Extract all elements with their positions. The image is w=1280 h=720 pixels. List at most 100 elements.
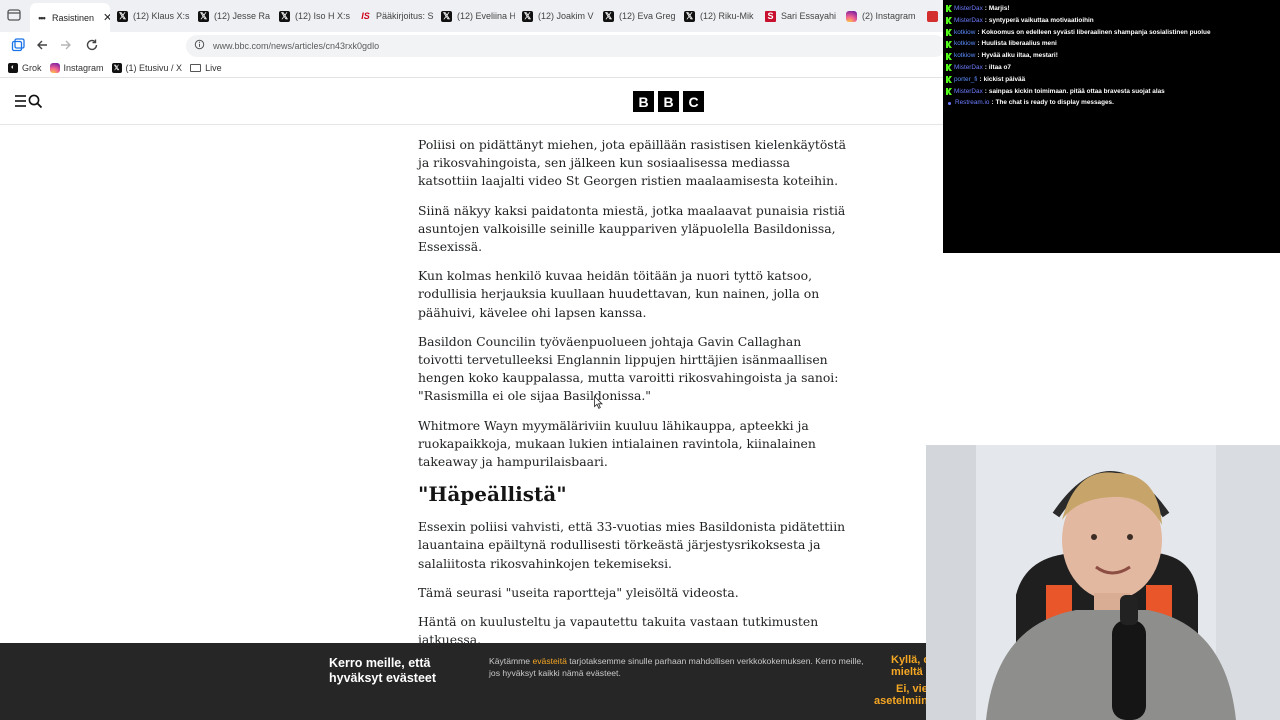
browser-tab[interactable]: 𝕏 (12) Riku-Mik <box>678 4 758 28</box>
url-text: www.bbc.com/news/articles/cn43rxk0gdlo <box>213 41 380 51</box>
bbc-logo-letter: C <box>683 91 704 112</box>
x-icon: 𝕏 <box>441 10 452 22</box>
browser-tab[interactable]: (2) Instagram <box>840 4 920 28</box>
chat-username: MisterDax <box>954 16 983 24</box>
article-subheading: "Häpeällistä" <box>418 482 567 507</box>
chat-text: Marjis! <box>988 5 1010 12</box>
forward-icon[interactable] <box>58 37 74 53</box>
browser-tab[interactable]: IS Pääkirjoitus: S <box>354 4 434 28</box>
chat-separator: : <box>984 5 987 12</box>
instagram-icon <box>846 10 857 22</box>
x-icon: 𝕏 <box>279 10 290 22</box>
chat-separator: : <box>991 99 994 107</box>
chat-username: kotkiow <box>954 28 976 36</box>
chat-text: iltaa o7 <box>988 63 1011 71</box>
browser-tab[interactable] <box>921 4 941 28</box>
browser-tab[interactable]: 𝕏 (12) Eva Greg <box>597 4 677 28</box>
article-paragraph: Whitmore Wayn myymäläriviin kuuluu lähik… <box>418 417 816 470</box>
article-body: Poliisi on pidättänyt miehen, jota epäil… <box>418 136 848 660</box>
article-paragraph: Siinä näkyy kaksi paidatonta miestä, jot… <box>418 202 846 255</box>
chat-text: Huulista liberaalius meni <box>981 40 1057 48</box>
chat-username: MisterDax <box>954 63 983 71</box>
chat-separator: : <box>984 63 987 71</box>
article-paragraph: Poliisi on pidättänyt miehen, jota epäil… <box>418 137 847 189</box>
chat-username: kotkiow <box>954 40 976 48</box>
kick-badge-icon <box>946 76 952 84</box>
bookmark-label: Live <box>205 62 222 73</box>
bookmark-item[interactable]: Instagram <box>49 62 104 73</box>
chat-username: MisterDax <box>954 5 983 12</box>
article-paragraph: Kun kolmas henkilö kuvaa heidän töitään … <box>418 268 820 320</box>
kick-badge-icon <box>946 5 952 13</box>
cookie-link[interactable]: evästeitä <box>532 656 566 666</box>
article-paragraph: Basildon Councilin työväenpuolueen johta… <box>418 333 839 404</box>
dots-icon: ••• <box>38 12 45 23</box>
chat-message: MisterDax: syntyperä vaikuttaa motivaatio… <box>946 15 1280 27</box>
chat-username: Restream.io <box>955 99 990 107</box>
cookie-settings-button[interactable]: Ei, vie asetelmiin <box>874 683 928 707</box>
chat-message: MisterDax: Marjis! <box>946 3 1280 15</box>
chat-message: MisterDax: sainpas kickin toimimaan. pitä… <box>946 86 1280 98</box>
grok-icon: ◐ <box>8 62 18 73</box>
back-icon[interactable] <box>34 37 50 53</box>
address-bar[interactable]: www.bbc.com/news/articles/cn43rxk0gdlo <box>186 35 946 57</box>
browser-tab[interactable]: 𝕏 (12) Klaus X:s <box>111 4 191 28</box>
chat-username: MisterDax <box>954 87 983 95</box>
bookmark-label: Instagram <box>63 62 104 73</box>
accept-line: Kyllä, o <box>891 654 931 666</box>
close-tab-icon[interactable]: ✕ <box>103 11 110 24</box>
tab-title: (12) Klaus X:s <box>133 11 190 21</box>
chat-text: Hyvää alku iltaa, mestari! <box>981 52 1058 60</box>
chat-text: syntyperä vaikuttaa motivaatioihin <box>988 16 1094 24</box>
bookmark-item[interactable]: ◐ Grok <box>8 62 42 73</box>
browser-tab[interactable]: ••• Rasistinen ✕ <box>30 3 110 32</box>
reload-icon[interactable] <box>84 37 100 53</box>
bookmark-item[interactable]: Live <box>190 63 222 73</box>
site-info-icon[interactable] <box>194 37 205 55</box>
chat-username: kotkiow <box>954 52 976 60</box>
bookmark-item[interactable]: 𝕏 (1) Etusivu / X <box>111 62 183 73</box>
tab-title: (12) Jesse Ra <box>214 11 271 21</box>
chat-separator: : <box>979 75 982 83</box>
mouse-cursor-icon <box>594 396 603 409</box>
chat-separator: : <box>984 16 987 24</box>
browser-tab[interactable]: 𝕏 (12) Joakim V <box>516 4 596 28</box>
browser-tab[interactable]: 𝕏 (12) Iso H X:s <box>273 4 353 28</box>
chat-separator: : <box>977 28 980 36</box>
tab-title: (12) Eva Greg <box>619 11 676 21</box>
chat-text: The chat is ready to display messages. <box>995 99 1114 107</box>
sari-icon: S <box>765 10 776 22</box>
is-icon: IS <box>361 11 370 21</box>
tab-title: (12) Riku-Mik <box>700 11 754 21</box>
tab-actions-icon[interactable] <box>6 7 22 23</box>
x-icon: 𝕏 <box>684 10 695 22</box>
chat-separator: : <box>984 87 987 95</box>
chat-text: Kokoomus on edelleen syvästi liberaaline… <box>981 28 1211 36</box>
bookmark-label: Grok <box>22 62 42 73</box>
tab-title: Sari Essayahi <box>781 11 837 21</box>
cookie-text: Käytämme evästeitä tarjotaksemme sinulle… <box>489 655 869 679</box>
settings-line: asetelmiin <box>874 695 928 707</box>
x-icon: 𝕏 <box>603 10 614 22</box>
cookie-title: Kerro meille, että hyväksyt evästeet <box>329 656 437 685</box>
workspaces-icon[interactable] <box>10 37 26 53</box>
chat-separator: : <box>977 52 980 60</box>
browser-tab[interactable]: 𝕏 (12) Eveliina H <box>435 4 515 28</box>
menu-search-button[interactable] <box>14 93 44 109</box>
red-icon <box>927 10 938 22</box>
settings-line: Ei, vie <box>896 683 928 695</box>
accept-cookies-button[interactable]: Kyllä, o mieltä <box>891 654 930 678</box>
browser-tab[interactable]: 𝕏 (12) Jesse Ra <box>192 4 272 28</box>
browser-tab[interactable]: S Sari Essayahi <box>759 4 839 28</box>
cookie-text-part: Käytämme <box>489 656 533 666</box>
webcam-feed <box>926 445 1280 720</box>
bbc-logo-letter: B <box>633 91 654 112</box>
x-icon: 𝕏 <box>117 10 128 22</box>
tab-title: (12) Iso H X:s <box>295 11 351 21</box>
chat-message: kotkiow: Huulista liberaalius meni <box>946 38 1280 50</box>
bbc-logo[interactable]: B B C <box>633 91 704 112</box>
kick-badge-icon <box>946 17 952 25</box>
tab-title: (12) Joakim V <box>538 11 594 21</box>
bookmark-label: (1) Etusivu / X <box>125 62 183 73</box>
tab-title: Rasistinen <box>52 12 95 23</box>
